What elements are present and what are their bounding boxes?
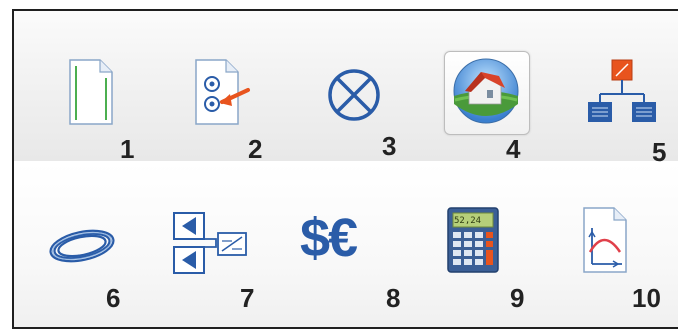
- circle-x-icon: [328, 69, 380, 121]
- tool-7-label: 7: [240, 283, 255, 313]
- tool-8-label: 8: [386, 283, 401, 313]
- tool-8-button[interactable]: $€ 8: [298, 201, 408, 321]
- tool-5-label: 5: [652, 137, 667, 167]
- hierarchy-tree-icon: [588, 59, 656, 122]
- tool-2-label: 2: [248, 134, 263, 164]
- toolbar-panel: 1 2 3 4 5 6 7 $€ 8 52,24 9 10: [12, 9, 678, 329]
- tool-5-button[interactable]: 5: [574, 53, 678, 173]
- currency-icon: $€: [300, 208, 358, 268]
- tool-9-label: 9: [510, 283, 525, 313]
- tool-3-label: 3: [382, 131, 397, 161]
- tool-2-button[interactable]: 2: [176, 53, 286, 173]
- tool-10-button[interactable]: 10: [566, 201, 676, 321]
- tool-6-button[interactable]: 6: [40, 201, 150, 321]
- tool-3-button[interactable]: 3: [310, 53, 420, 173]
- blank-page-icon: [69, 59, 113, 125]
- house-globe-icon: [453, 58, 519, 124]
- tool-7-button[interactable]: 7: [164, 201, 274, 321]
- cable-coil-icon: [49, 229, 115, 263]
- tool-4-button[interactable]: 4: [434, 53, 544, 173]
- tool-6-label: 6: [106, 283, 121, 313]
- tool-1-button[interactable]: 1: [52, 53, 162, 173]
- tool-1-label: 1: [120, 134, 135, 164]
- transfer-boxes-icon: [173, 212, 247, 274]
- currency-icon-text: $€: [300, 208, 358, 268]
- calculator-display-text: 52,24: [454, 216, 482, 226]
- tool-9-button[interactable]: 52,24 9: [434, 201, 544, 321]
- tool-10-label: 10: [632, 283, 661, 313]
- curve-chart-icon: [583, 207, 627, 273]
- document-arrow-icon: [195, 59, 250, 125]
- tool-4-label: 4: [506, 134, 521, 164]
